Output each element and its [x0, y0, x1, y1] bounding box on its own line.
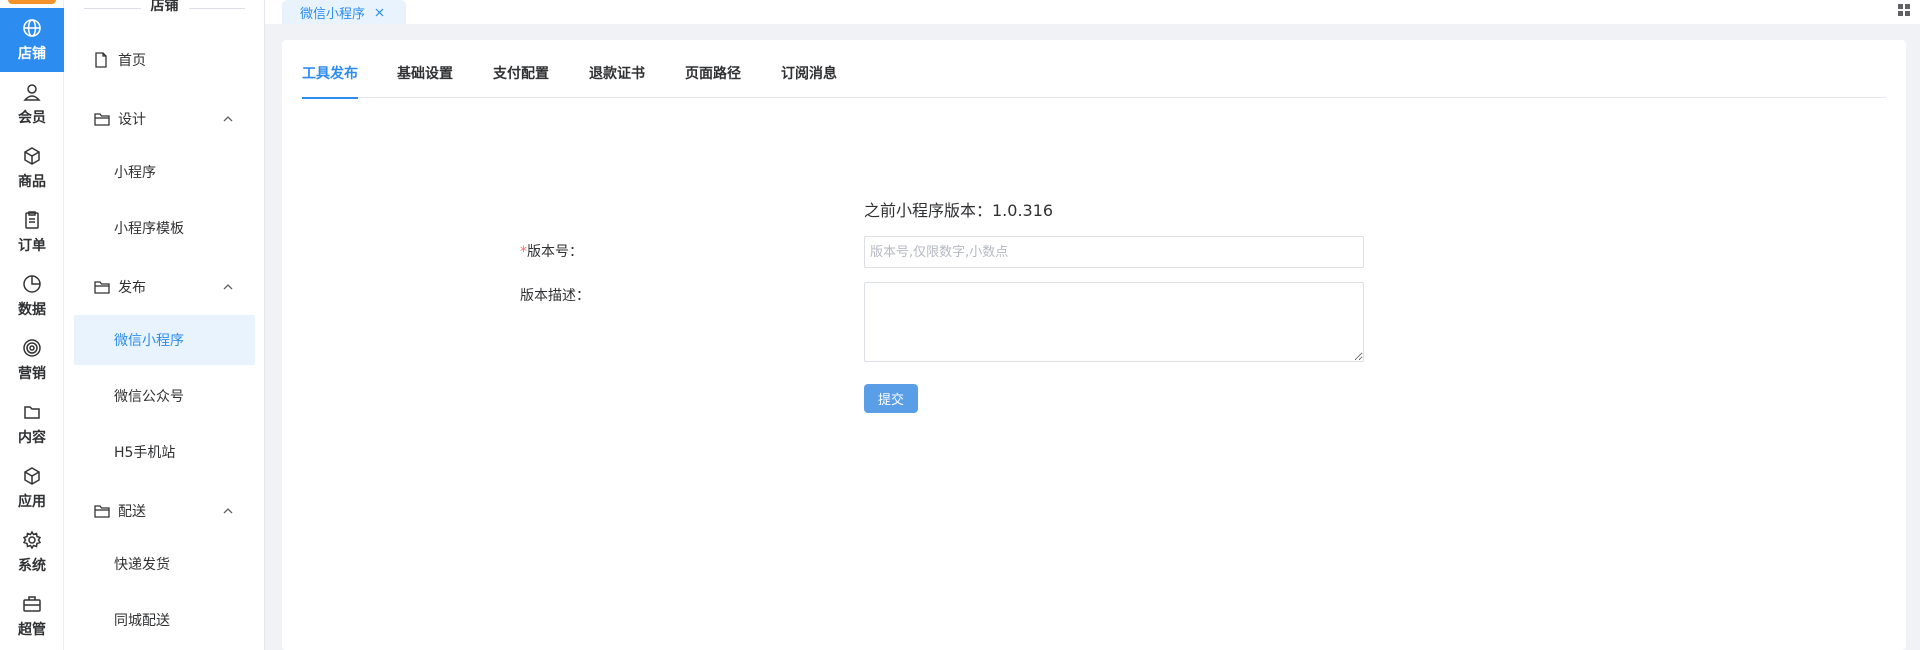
rail-item-data[interactable]: 数据: [0, 264, 64, 328]
box-icon: [21, 145, 43, 167]
required-asterisk: *: [520, 244, 527, 260]
page-tab-bar: 微信小程序: [265, 0, 1920, 24]
chevron-up-icon: [223, 284, 233, 290]
publish-form: 之前小程序版本：1.0.316 *版本号： 版本描述： 提交: [282, 40, 1906, 650]
rail-item-label: 数据: [18, 302, 46, 318]
menu-item-label: 首页: [118, 53, 146, 69]
folder-icon: [94, 111, 110, 127]
folder-icon: [94, 503, 110, 519]
rail-item-apps[interactable]: 应用: [0, 456, 64, 520]
toolbox-icon: [21, 593, 43, 615]
menu-item-wechat-miniprogram[interactable]: 微信小程序: [74, 315, 255, 365]
chevron-up-icon: [223, 116, 233, 122]
target-icon: [21, 337, 43, 359]
previous-version-text: 之前小程序版本：1.0.316: [864, 201, 1054, 220]
rail-item-label: 系统: [18, 558, 46, 574]
content-card: 工具发布 基础设置 支付配置 退款证书 页面路径 订阅消息 之前小程序版本：1.…: [282, 40, 1906, 650]
rail-item-marketing[interactable]: 营销: [0, 328, 64, 392]
user-icon: [21, 81, 43, 103]
folder-icon: [94, 279, 110, 295]
version-input[interactable]: [864, 236, 1364, 268]
rail-item-label: 超管: [18, 622, 46, 638]
rail-item-label: 营销: [18, 366, 46, 382]
version-label: *版本号：: [520, 244, 583, 260]
menu-group-publish[interactable]: 发布: [74, 267, 255, 307]
rail-item-label: 内容: [18, 430, 46, 446]
rail-item-label: 店铺: [18, 46, 46, 62]
sub-menu: 店铺 首页 设计 小程序 小程序模板 发布 微信小程序 微信公众号 H5手机站 …: [64, 0, 265, 650]
logo-strip: [8, 0, 56, 4]
menu-item-wechat-official-account[interactable]: 微信公众号: [74, 371, 255, 421]
grid-menu-icon[interactable]: [1896, 2, 1912, 18]
rail-item-system[interactable]: 系统: [0, 520, 64, 584]
rail-item-label: 会员: [18, 110, 46, 126]
file-icon: [94, 52, 110, 68]
pie-chart-icon: [21, 273, 43, 295]
clipboard-icon: [21, 209, 43, 231]
page-tab-label: 微信小程序: [300, 6, 366, 22]
chevron-up-icon: [223, 508, 233, 514]
rail-item-order[interactable]: 订单: [0, 200, 64, 264]
cube-icon: [21, 465, 43, 487]
menu-item-home[interactable]: 首页: [74, 40, 255, 80]
menu-group-design[interactable]: 设计: [74, 99, 255, 139]
main-nav-rail: 店铺 会员 商品 订单 数据 营销 内容 应用 系统 超管: [0, 0, 64, 650]
rail-item-member[interactable]: 会员: [0, 72, 64, 136]
menu-group-label: 配送: [118, 504, 146, 520]
gear-icon: [21, 529, 43, 551]
rail-item-content[interactable]: 内容: [0, 392, 64, 456]
rail-item-store[interactable]: 店铺: [0, 8, 64, 72]
description-label: 版本描述：: [520, 288, 590, 304]
rail-item-goods[interactable]: 商品: [0, 136, 64, 200]
menu-item-h5-site[interactable]: H5手机站: [74, 427, 255, 477]
menu-item-express-delivery[interactable]: 快递发货: [74, 539, 255, 589]
rail-item-label: 商品: [18, 174, 46, 190]
submenu-title: 店铺: [74, 0, 255, 16]
page-tab-wechat-miniprogram[interactable]: 微信小程序: [282, 0, 406, 24]
description-textarea[interactable]: [864, 282, 1364, 362]
submit-button[interactable]: 提交: [864, 384, 918, 413]
rail-item-admin[interactable]: 超管: [0, 584, 64, 648]
menu-group-delivery[interactable]: 配送: [74, 491, 255, 531]
menu-item-miniprogram[interactable]: 小程序: [74, 147, 255, 197]
rail-item-label: 应用: [18, 494, 46, 510]
folder-icon: [21, 401, 43, 423]
menu-group-label: 设计: [118, 112, 146, 128]
menu-item-local-delivery[interactable]: 同城配送: [74, 595, 255, 645]
menu-group-label: 发布: [118, 280, 146, 296]
close-icon[interactable]: [373, 6, 385, 18]
globe-icon: [21, 17, 43, 39]
rail-item-label: 订单: [18, 238, 46, 254]
menu-item-miniprogram-template[interactable]: 小程序模板: [74, 203, 255, 253]
